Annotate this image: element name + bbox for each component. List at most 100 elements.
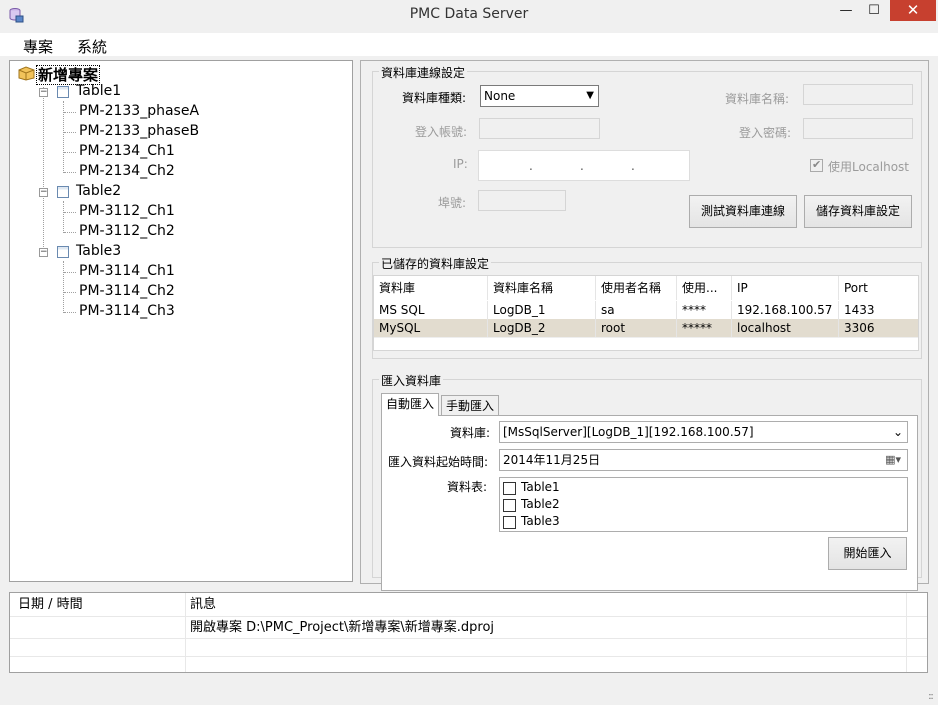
tree-connector bbox=[64, 232, 76, 233]
log-header-message[interactable]: 訊息 bbox=[182, 594, 902, 616]
tables-checklist[interactable]: Table1 Table2 Table3 bbox=[499, 477, 908, 532]
tree-connector bbox=[64, 152, 76, 153]
title-bar[interactable]: PMC Data Server — ☐ ✕ bbox=[0, 0, 938, 30]
project-box-icon bbox=[18, 66, 35, 81]
table-row[interactable]: MS SQL LogDB_1 sa **** 192.168.100.57 14… bbox=[374, 301, 918, 319]
import-database-value: [MsSqlServer][LogDB_1][192.168.100.57] bbox=[503, 425, 754, 439]
table-cell: MySQL bbox=[374, 319, 488, 337]
table-cell: root bbox=[596, 319, 677, 337]
start-time-value: 2014年11月25日 bbox=[503, 453, 601, 467]
tree-connector bbox=[64, 292, 76, 293]
tree-table-node[interactable]: Table2 bbox=[76, 183, 121, 199]
tree-leaf-node[interactable]: PM-3112_Ch2 bbox=[79, 223, 175, 239]
log-grid[interactable]: 日期 / 時間 訊息 開啟專案 D:\PMC_Project\新增專案\新增專案… bbox=[9, 592, 928, 673]
tree-connector bbox=[64, 132, 76, 133]
close-button[interactable]: ✕ bbox=[890, 0, 936, 21]
db-connection-title: 資料庫連線設定 bbox=[379, 64, 468, 81]
table-cell: **** bbox=[677, 301, 732, 319]
tree-connector bbox=[64, 172, 76, 173]
log-entry-message: 開啟專案 D:\PMC_Project\新增專案\新增專案.dproj bbox=[190, 620, 495, 635]
table-row[interactable]: MySQL LogDB_2 root ***** localhost 3306 bbox=[374, 319, 918, 337]
settings-panel: 資料庫連線設定 資料庫種類: None ▼ 資料庫名稱: 登入帳號: 登入密碼:… bbox=[360, 60, 929, 591]
db-type-select[interactable]: None ▼ bbox=[480, 85, 599, 107]
table2-checkbox[interactable] bbox=[503, 499, 516, 512]
tree-leaf-node[interactable]: PM-3114_Ch3 bbox=[79, 303, 175, 319]
tree-leaf-node[interactable]: PM-2134_Ch2 bbox=[79, 163, 175, 179]
table-cell: MS SQL bbox=[374, 301, 488, 319]
db-name-input[interactable] bbox=[803, 84, 913, 105]
tree-connector bbox=[64, 112, 76, 113]
port-label: 埠號: bbox=[438, 196, 467, 210]
tree-leaf-node[interactable]: PM-3114_Ch2 bbox=[79, 283, 175, 299]
use-localhost-checkbox[interactable]: ✔ bbox=[810, 158, 823, 172]
start-import-button[interactable]: 開始匯入 bbox=[828, 537, 907, 570]
table-cell: 192.168.100.57 bbox=[732, 301, 839, 319]
import-database-label: 資料庫: bbox=[450, 426, 491, 440]
maximize-button[interactable]: ☐ bbox=[860, 0, 888, 21]
collapse-icon[interactable]: − bbox=[39, 88, 48, 97]
column-header[interactable]: 使用... bbox=[677, 276, 732, 300]
table3-checkbox-label: Table3 bbox=[521, 514, 560, 528]
table3-checkbox[interactable] bbox=[503, 516, 516, 529]
saved-db-table[interactable]: 資料庫 資料庫名稱 使用者名稱 使用... IP Port MS SQL Log… bbox=[373, 275, 919, 351]
project-tree[interactable]: 新增專案 − Table1 PM-2133_phaseA PM-2133_pha… bbox=[9, 60, 353, 582]
grid-line bbox=[10, 656, 927, 657]
column-header[interactable]: 使用者名稱 bbox=[596, 276, 677, 300]
tree-table-node[interactable]: Table1 bbox=[76, 83, 121, 99]
tab-manual-import[interactable]: 手動匯入 bbox=[441, 395, 500, 416]
tree-table-node[interactable]: Table3 bbox=[76, 243, 121, 259]
test-connection-button[interactable]: 測試資料庫連線 bbox=[689, 195, 797, 228]
ip-address-input[interactable]: . . . bbox=[478, 150, 690, 181]
use-localhost-label: 使用Localhost bbox=[828, 160, 910, 174]
table-icon bbox=[57, 186, 69, 198]
calendar-dropdown-icon[interactable]: ▦▾ bbox=[885, 450, 901, 470]
column-header[interactable]: 資料庫 bbox=[374, 276, 488, 300]
tab-auto-import[interactable]: 自動匯入 bbox=[381, 393, 440, 416]
status-bar: ::: bbox=[0, 684, 938, 705]
tree-leaf-node[interactable]: PM-3112_Ch1 bbox=[79, 203, 175, 219]
grid-line bbox=[906, 593, 907, 672]
db-connection-group: 資料庫連線設定 資料庫種類: None ▼ 資料庫名稱: 登入帳號: 登入密碼:… bbox=[372, 64, 922, 248]
ip-separator: . bbox=[529, 159, 533, 173]
collapse-icon[interactable]: − bbox=[39, 188, 48, 197]
ip-separator: . bbox=[631, 159, 635, 173]
tree-leaf-node[interactable]: PM-2133_phaseB bbox=[79, 123, 199, 139]
start-time-datepicker[interactable]: 2014年11月25日 ▦▾ bbox=[499, 449, 908, 471]
tables-label: 資料表: bbox=[447, 480, 488, 494]
tree-leaf-node[interactable]: PM-2133_phaseA bbox=[79, 103, 199, 119]
resize-grip-icon[interactable]: ::: bbox=[928, 691, 934, 702]
save-db-settings-button[interactable]: 儲存資料庫設定 bbox=[804, 195, 912, 228]
db-name-label: 資料庫名稱: bbox=[725, 92, 790, 106]
menu-system[interactable]: 系統 bbox=[77, 36, 107, 57]
login-password-input[interactable] bbox=[803, 118, 913, 139]
login-account-input[interactable] bbox=[479, 118, 600, 139]
saved-db-title: 已儲存的資料庫設定 bbox=[379, 255, 492, 272]
table-cell: 1433 bbox=[844, 303, 875, 317]
collapse-icon[interactable]: − bbox=[39, 248, 48, 257]
table-cell: LogDB_2 bbox=[488, 319, 596, 337]
log-header-datetime[interactable]: 日期 / 時間 bbox=[10, 594, 185, 616]
ip-separator: . bbox=[580, 159, 584, 173]
table2-checkbox-label: Table2 bbox=[521, 497, 560, 511]
tree-connector bbox=[63, 261, 64, 313]
tree-root-node[interactable]: 新增專案 bbox=[36, 64, 101, 85]
menu-project[interactable]: 專案 bbox=[23, 36, 53, 57]
column-header[interactable]: Port bbox=[839, 276, 918, 300]
minimize-button[interactable]: — bbox=[832, 0, 860, 21]
port-input[interactable] bbox=[478, 190, 566, 211]
column-header[interactable]: IP bbox=[732, 276, 839, 300]
table1-checkbox[interactable] bbox=[503, 482, 516, 495]
table1-checkbox-label: Table1 bbox=[521, 480, 560, 494]
ip-label: IP: bbox=[453, 157, 468, 171]
table-icon bbox=[57, 246, 69, 258]
tree-leaf-node[interactable]: PM-3114_Ch1 bbox=[79, 263, 175, 279]
tree-leaf-node[interactable]: PM-2134_Ch1 bbox=[79, 143, 175, 159]
tree-connector bbox=[64, 312, 76, 313]
column-header[interactable]: 資料庫名稱 bbox=[488, 276, 596, 300]
tree-connector bbox=[64, 272, 76, 273]
table-cell: localhost bbox=[732, 319, 839, 337]
table-cell: 3306 bbox=[844, 321, 875, 335]
table-cell: LogDB_1 bbox=[488, 301, 596, 319]
import-database-select[interactable]: [MsSqlServer][LogDB_1][192.168.100.57] ⌄ bbox=[499, 421, 908, 443]
login-password-label: 登入密碼: bbox=[739, 126, 792, 140]
